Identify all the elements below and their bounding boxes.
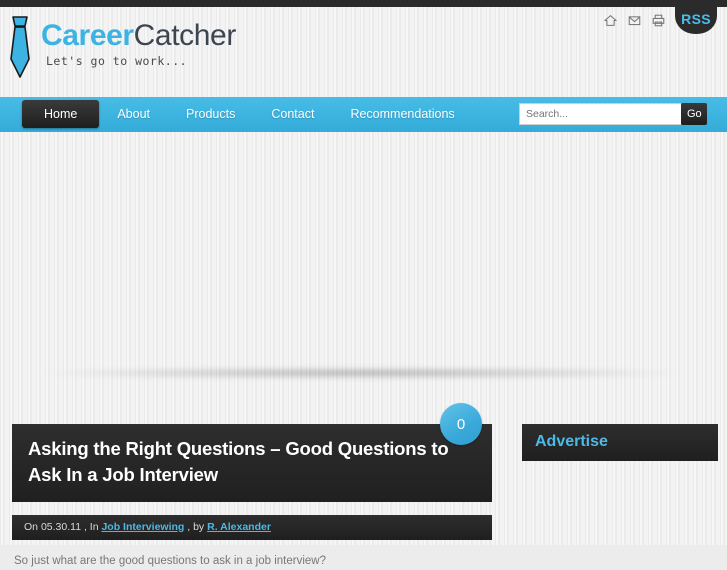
search-input[interactable] <box>519 103 681 125</box>
main-navigation: Home About Products Contact Recommendati… <box>0 97 727 132</box>
site-logo[interactable]: CareerCatcher Let's go to work... <box>5 15 236 83</box>
post-meta: On 05.30.11 , In Job Interviewing , by R… <box>12 514 492 540</box>
logo-tagline: Let's go to work... <box>46 54 188 68</box>
sidebar: Advertise <box>522 424 718 461</box>
necktie-icon <box>10 16 30 78</box>
home-icon[interactable] <box>604 14 617 27</box>
feature-banner-area <box>0 132 727 372</box>
search-form: Go <box>519 103 707 125</box>
post-author-link[interactable]: R. Alexander <box>207 521 271 533</box>
post-body-text: So just what are the good questions to a… <box>14 554 326 567</box>
post-date: 05.30.11 <box>40 520 82 533</box>
comment-count-value: 0 <box>440 403 482 445</box>
site-header: CareerCatcher Let's go to work... RSS <box>0 0 727 97</box>
print-icon[interactable] <box>652 14 665 27</box>
nav-item-recommendations[interactable]: Recommendations <box>332 100 472 128</box>
logo-secondary-text: Catcher <box>133 19 237 52</box>
mail-icon[interactable] <box>628 14 641 27</box>
post-meta-on-prefix: On <box>24 520 39 533</box>
post-meta-by-prefix: , by <box>187 520 205 533</box>
nav-item-products[interactable]: Products <box>168 100 253 128</box>
header-icon-row <box>604 14 665 27</box>
rss-label: RSS <box>681 11 711 27</box>
top-strip <box>0 0 727 7</box>
nav-item-contact[interactable]: Contact <box>253 100 332 128</box>
post-meta-in-prefix: , In <box>83 520 99 533</box>
sidebar-widget-advertise-title: Advertise <box>522 424 718 461</box>
nav-item-home[interactable]: Home <box>22 100 100 128</box>
nav-item-about[interactable]: About <box>99 100 168 128</box>
banner-drop-shadow <box>38 368 688 378</box>
logo-title: CareerCatcher <box>41 21 236 51</box>
post-title[interactable]: Asking the Right Questions – Good Questi… <box>12 424 492 502</box>
comment-count-bubble[interactable]: 0 <box>440 403 482 445</box>
logo-primary-text: Career <box>41 19 134 52</box>
post-category-link[interactable]: Job Interviewing <box>101 521 184 533</box>
post-article: Asking the Right Questions – Good Questi… <box>12 424 492 570</box>
nav-item-list: Home About Products Contact Recommendati… <box>22 100 473 128</box>
search-go-button[interactable]: Go <box>681 103 707 125</box>
